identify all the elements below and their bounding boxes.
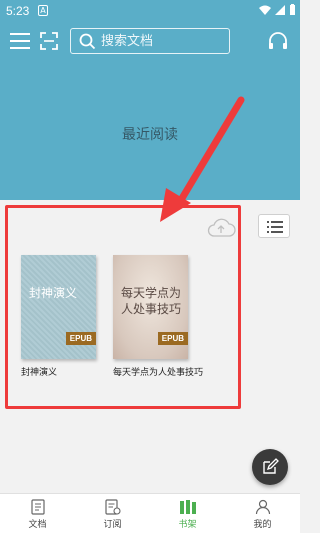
profile-icon (255, 499, 270, 515)
nav-item-subscribe[interactable]: 订阅 (75, 494, 150, 533)
edit-fab-button[interactable] (252, 449, 288, 485)
book-cover-title: 每天学点为 人处事技巧 (121, 286, 182, 316)
notification-icon: A (38, 5, 48, 16)
battery-icon (290, 4, 295, 15)
nav-item-profile[interactable]: 我的 (225, 494, 300, 533)
book-cover[interactable]: 每天学点为 人处事技巧 EPUB (113, 255, 188, 359)
book-cover-title: 封神演义 (29, 286, 78, 300)
bookshelf-area: 封神演义 EPUB 封神演义 每天学点为 人处事技巧 EPUB 每天学点为人处事… (0, 200, 300, 490)
nav-label: 书架 (178, 520, 197, 530)
search-icon (79, 33, 96, 50)
book-cover[interactable]: 封神演义 EPUB (21, 255, 96, 359)
cloud-upload-icon[interactable] (206, 216, 236, 238)
bottom-nav: 文档 订阅 书架 我的 (0, 493, 300, 533)
format-badge: EPUB (65, 332, 96, 345)
signal-icon (275, 4, 285, 15)
edit-icon (263, 458, 279, 474)
recent-reading-title: 最近阅读 (122, 127, 178, 143)
subscribe-icon (104, 499, 121, 515)
status-bar: 5:23 A (0, 0, 300, 22)
menu-icon[interactable] (10, 33, 30, 49)
header: 最近阅读 (0, 22, 300, 200)
format-badge: EPUB (157, 332, 188, 345)
nav-item-bookshelf[interactable]: 书架 (150, 494, 225, 533)
bookshelf-icon (179, 500, 196, 514)
list-view-button[interactable] (258, 214, 290, 238)
headphone-icon[interactable] (268, 31, 288, 51)
system-icons (259, 4, 296, 15)
search-input[interactable] (101, 32, 221, 50)
nav-label: 文档 (28, 520, 47, 530)
nav-item-documents[interactable]: 文档 (0, 494, 75, 533)
list-icon (267, 221, 283, 233)
wifi-icon (259, 5, 271, 15)
document-icon (30, 499, 45, 515)
book-title[interactable]: 封神演义 (21, 367, 101, 380)
book-title[interactable]: 每天学点为人处事技巧 (113, 367, 213, 380)
status-time: 5:23 (6, 4, 30, 18)
nav-label: 订阅 (103, 520, 122, 530)
nav-label: 我的 (253, 520, 272, 530)
search-box[interactable] (70, 28, 230, 54)
scan-icon[interactable] (40, 32, 58, 50)
